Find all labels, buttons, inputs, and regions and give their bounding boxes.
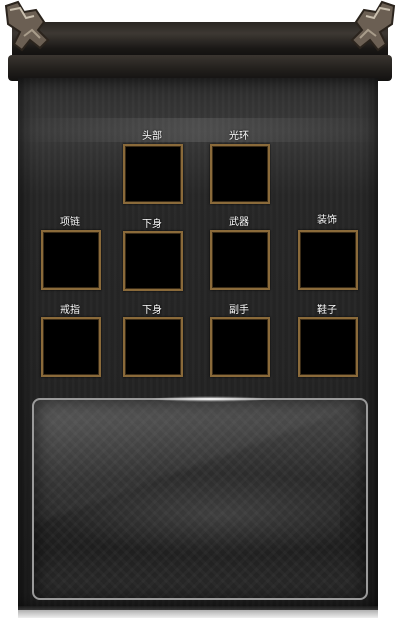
slot-accessory[interactable]: [298, 230, 358, 290]
slot-lower-body-1[interactable]: [123, 231, 183, 291]
slot-label-weapon: 武器: [229, 217, 249, 228]
slot-label-ring: 戒指: [60, 305, 80, 316]
glass-shine: [150, 396, 270, 402]
slot-necklace[interactable]: [41, 230, 101, 290]
slot-label-shoes: 鞋子: [317, 305, 337, 316]
slot-lower-body-2[interactable]: [123, 317, 183, 377]
corner-ornament-left-icon: [4, 0, 50, 52]
panel-bottom-edge: [18, 606, 378, 618]
slot-label-halo: 光环: [229, 131, 249, 142]
slot-label-lower-body-1: 下身: [142, 219, 162, 230]
slot-label-lower-body-2: 下身: [142, 305, 162, 316]
slot-halo[interactable]: [210, 144, 270, 204]
slot-head[interactable]: [123, 144, 183, 204]
panel-highlight: [18, 118, 378, 142]
slot-weapon[interactable]: [210, 230, 270, 290]
slot-label-necklace: 项链: [60, 217, 80, 228]
slot-label-offhand: 副手: [229, 305, 249, 316]
corner-ornament-right-icon: [350, 0, 396, 52]
slot-ring[interactable]: [41, 317, 101, 377]
glass-reflection: [40, 470, 340, 560]
slot-label-accessory: 装饰: [317, 215, 337, 226]
slot-label-head: 头部: [142, 131, 162, 142]
slot-shoes[interactable]: [298, 317, 358, 377]
slot-offhand[interactable]: [210, 317, 270, 377]
